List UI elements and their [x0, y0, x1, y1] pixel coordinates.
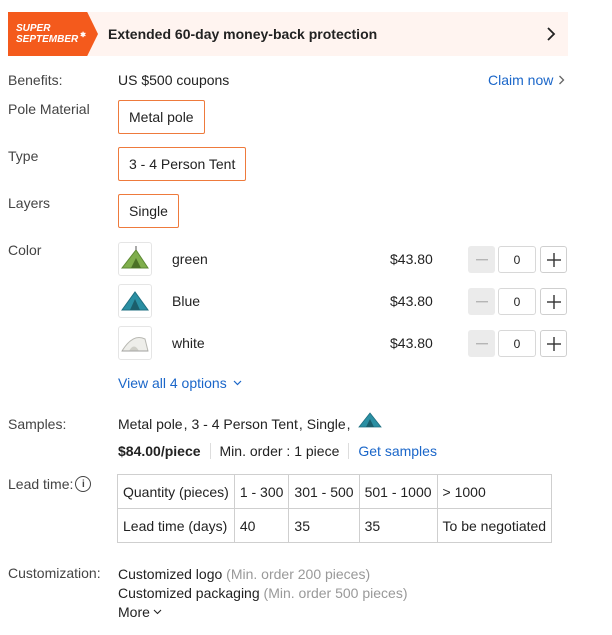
increase-button[interactable]	[540, 288, 567, 315]
more-customization-link[interactable]: More	[118, 604, 162, 620]
more-label: More	[118, 604, 150, 620]
table-row: Lead time (days) 40 35 35 To be negotiat…	[117, 508, 553, 543]
quantity-input[interactable]: 0	[498, 288, 536, 315]
table-cell: 301 - 500	[288, 474, 360, 509]
color-row-green: green $43.80 0	[118, 242, 568, 276]
samples-label: Samples:	[8, 416, 67, 432]
increase-button[interactable]	[540, 330, 567, 357]
quantity-input[interactable]: 0	[498, 330, 536, 357]
tent-icon	[357, 412, 382, 428]
star-icon: ✱	[80, 32, 86, 39]
chevron-right-icon[interactable]	[544, 25, 558, 43]
plus-icon	[546, 336, 561, 351]
tent-thumbnail[interactable]	[118, 242, 152, 276]
lead-time-table: Quantity (pieces) 1 - 300 301 - 500 501 …	[117, 474, 553, 543]
tent-thumbnail[interactable]	[118, 284, 152, 318]
separator: ,	[298, 416, 303, 432]
table-cell: 35	[358, 508, 438, 543]
minus-icon	[475, 300, 488, 302]
customization-item: Customized logo (Min. order 200 pieces)	[118, 566, 370, 582]
promo-banner[interactable]: SUPER SEPTEMBER ✱ Extended 60-day money-…	[8, 12, 568, 56]
decrease-button[interactable]	[468, 330, 495, 357]
sample-price: $84.00/piece	[118, 443, 201, 459]
claim-now-label: Claim now	[488, 72, 554, 88]
customization-note: (Min. order 500 pieces)	[263, 585, 408, 601]
customization-note: (Min. order 200 pieces)	[226, 566, 371, 582]
color-price: $43.80	[390, 293, 433, 309]
super-september-badge: SUPER SEPTEMBER ✱	[8, 12, 98, 56]
claim-now-link[interactable]: Claim now	[488, 72, 565, 88]
color-name: Blue	[172, 293, 201, 309]
table-cell: 501 - 1000	[358, 474, 438, 509]
tent-thumbnail[interactable]	[118, 326, 152, 360]
lead-time-text: Lead time:	[8, 476, 74, 492]
minus-icon	[475, 258, 488, 260]
option-single[interactable]: Single	[118, 194, 179, 228]
tent-icon	[120, 246, 149, 269]
table-cell: 1 - 300	[233, 474, 290, 509]
chevron-down-icon	[153, 609, 162, 615]
table-cell: 35	[288, 508, 360, 543]
sample-price-line: $84.00/piece Min. order : 1 piece Get sa…	[118, 443, 437, 459]
table-cell: Lead time (days)	[117, 508, 235, 543]
benefits-value: US $500 coupons	[118, 72, 230, 88]
color-row-blue: Blue $43.80 0	[118, 284, 568, 318]
quantity-input[interactable]: 0	[498, 246, 536, 273]
divider	[209, 443, 211, 459]
tent-icon	[121, 291, 149, 311]
layers-label: Layers	[8, 195, 51, 211]
type-label: Type	[8, 148, 39, 164]
customization-item: Customized packaging (Min. order 500 pie…	[118, 585, 407, 601]
option-metal-pole[interactable]: Metal pole	[118, 100, 205, 134]
benefits-label: Benefits:	[8, 72, 63, 88]
option-person-tent[interactable]: 3 - 4 Person Tent	[118, 147, 247, 181]
view-all-label: View all 4 options	[118, 375, 227, 391]
pole-material-label: Pole Material	[8, 101, 90, 117]
customization-name: Customized packaging	[118, 585, 260, 601]
sample-type: 3 - 4 Person Tent	[191, 416, 298, 432]
chevron-right-icon	[559, 75, 565, 85]
decrease-button[interactable]	[468, 246, 495, 273]
minus-icon	[475, 342, 488, 344]
decrease-button[interactable]	[468, 288, 495, 315]
sample-layers: Single	[306, 416, 346, 432]
tent-icon	[121, 337, 149, 352]
color-name: green	[172, 251, 208, 267]
samples-summary: Metal pole , 3 - 4 Person Tent , Single …	[118, 412, 382, 432]
color-price: $43.80	[390, 335, 433, 351]
divider	[348, 443, 350, 459]
info-icon[interactable]: i	[75, 476, 92, 492]
customization-name: Customized logo	[118, 566, 223, 582]
sample-pole: Metal pole	[118, 416, 183, 432]
customization-label: Customization:	[8, 565, 101, 581]
table-cell: 40	[233, 508, 290, 543]
min-order: Min. order : 1 piece	[219, 443, 340, 459]
table-cell: To be negotiated	[436, 508, 553, 543]
table-row: Quantity (pieces) 1 - 300 301 - 500 501 …	[117, 474, 553, 509]
separator: ,	[346, 416, 351, 432]
separator: ,	[183, 416, 188, 432]
chevron-down-icon	[233, 380, 242, 386]
lead-time-label: Lead time: i	[8, 476, 92, 492]
color-price: $43.80	[390, 251, 433, 267]
plus-icon	[546, 294, 561, 309]
increase-button[interactable]	[540, 246, 567, 273]
table-cell: > 1000	[436, 474, 553, 509]
color-label: Color	[8, 242, 42, 258]
plus-icon	[546, 252, 561, 267]
table-cell: Quantity (pieces)	[117, 474, 235, 509]
promo-text: Extended 60-day money-back protection	[108, 26, 378, 42]
color-name: white	[172, 335, 205, 351]
view-all-options-link[interactable]: View all 4 options	[118, 375, 242, 391]
get-samples-link[interactable]: Get samples	[358, 443, 437, 459]
color-row-white: white $43.80 0	[118, 326, 568, 360]
